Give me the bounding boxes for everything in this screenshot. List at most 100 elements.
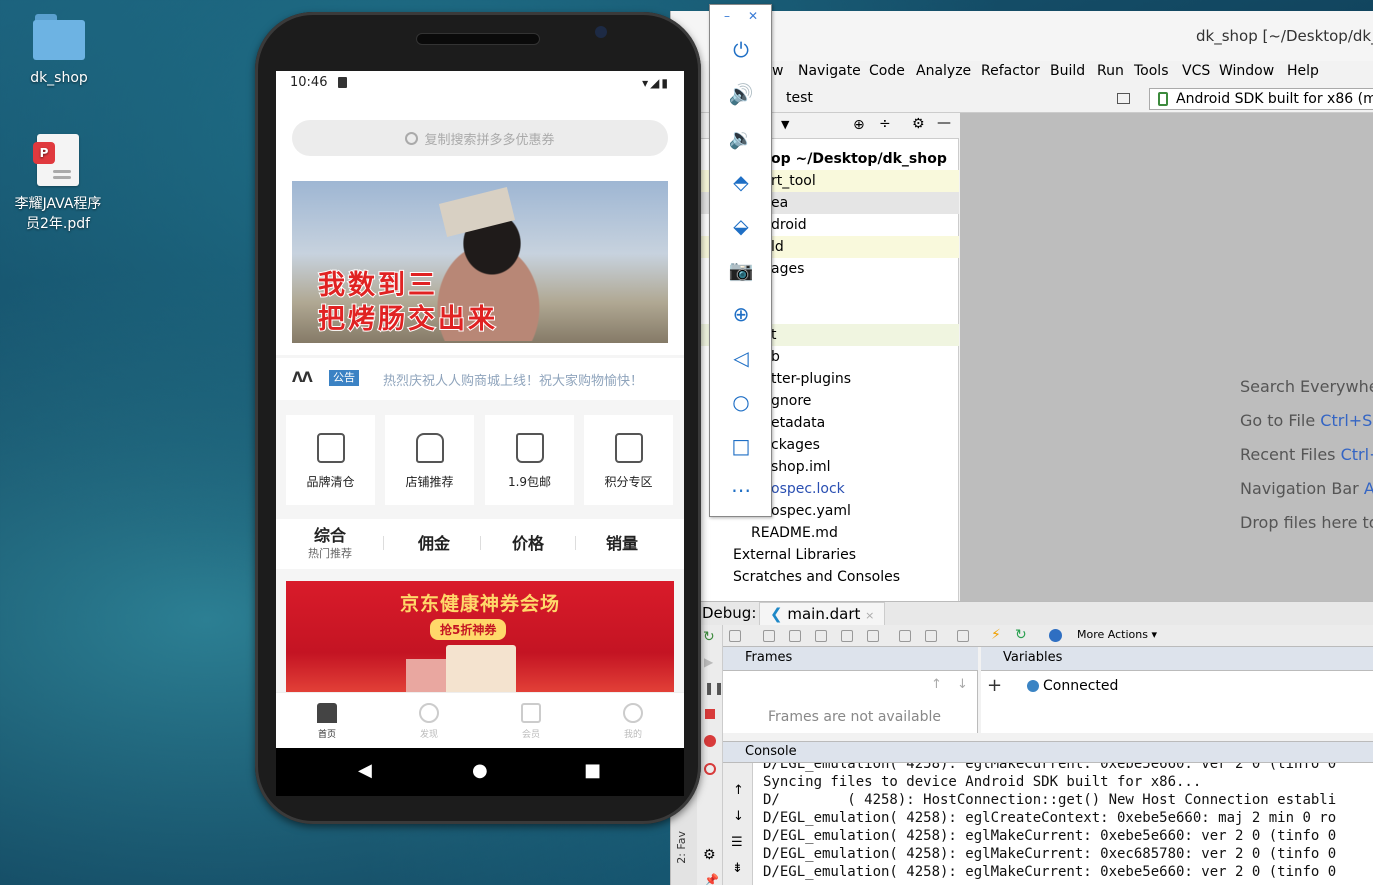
desktop-icon-label: 李耀JAVA程序员2年.pdf <box>14 196 102 232</box>
search-input[interactable]: 复制搜索拼多多优惠券 <box>292 120 668 156</box>
minimize-icon[interactable]: — <box>937 115 951 131</box>
ide-window: dk_shop [~/Desktop/dk_s w Navigate Code … <box>670 11 1373 885</box>
camera-icon[interactable]: 📷 <box>728 257 754 283</box>
rerun-icon[interactable]: ↻ <box>703 629 715 645</box>
step-out-icon[interactable] <box>841 630 853 642</box>
chevron-down-icon[interactable]: ▼ <box>781 118 789 131</box>
volume-up-icon[interactable]: 🔊 <box>728 81 754 107</box>
tab-member[interactable]: 会员 <box>480 693 582 740</box>
category-points-zone[interactable]: 积分专区 <box>584 415 673 505</box>
zoom-icon[interactable]: ⊕ <box>728 301 754 327</box>
menu-item-code[interactable]: Code <box>869 63 905 79</box>
tab-main-dart[interactable]: ❮ main.dart × <box>759 602 886 626</box>
favorites-tool-label[interactable]: 2: Fav <box>675 831 688 864</box>
search-placeholder: 复制搜索拼多多优惠券 <box>424 132 555 148</box>
arrow-up-icon[interactable]: ↑ <box>931 677 942 692</box>
step-into-icon[interactable] <box>789 630 801 642</box>
desktop-icon-dk-shop[interactable]: dk_shop <box>9 14 109 88</box>
volume-down-icon[interactable]: 🔉 <box>728 125 754 151</box>
gear-icon[interactable]: ⚙ <box>912 116 925 132</box>
evaluate-icon[interactable] <box>899 630 911 642</box>
project-tree-item[interactable]: Scratches and Consoles <box>671 566 959 588</box>
soft-wrap-icon[interactable]: ☰ <box>731 835 743 850</box>
more-actions-button[interactable]: More Actions ▾ <box>1077 628 1157 641</box>
more-icon[interactable]: ⋯ <box>728 477 754 503</box>
console-output[interactable]: D/EGL_emulation( 4258): eglMakeCurrent: … <box>753 763 1373 885</box>
breakpoints-icon[interactable] <box>704 735 716 747</box>
tab-home[interactable]: 首页 <box>276 693 378 740</box>
hot-reload-icon[interactable]: ⚡ <box>991 627 1001 643</box>
category-brand-clearance[interactable]: 品牌清仓 <box>286 415 375 505</box>
nav-home-icon[interactable]: ● <box>472 760 488 781</box>
menu-item-analyze[interactable]: Analyze <box>916 63 971 79</box>
sort-tab-sales[interactable]: 销量 <box>590 533 654 555</box>
desktop-icon-label: dk_shop <box>30 70 88 86</box>
rotate-right-icon[interactable]: ⬙ <box>728 213 754 239</box>
frames-empty-message: Frames are not available <box>768 709 942 725</box>
home-icon[interactable]: ○ <box>728 389 754 415</box>
menu-item-vcs[interactable]: VCS <box>1182 63 1210 79</box>
tab-discover[interactable]: 发现 <box>378 693 480 740</box>
minimize-icon[interactable]: – <box>724 9 730 23</box>
arrow-down-icon[interactable]: ↓ <box>957 677 968 692</box>
mute-breakpoints-icon[interactable] <box>704 763 716 775</box>
menu-item-refactor[interactable]: Refactor <box>981 63 1040 79</box>
devtools-icon[interactable] <box>1049 629 1062 642</box>
trace-icon[interactable] <box>925 630 937 642</box>
banner-carousel[interactable]: 我数到三 把烤肠交出来 <box>292 181 668 343</box>
pause-icon[interactable]: ❚❚ <box>704 681 724 695</box>
menu-item-window[interactable]: Window <box>1219 63 1274 79</box>
project-tree-item[interactable]: README.md <box>671 522 959 544</box>
console-line: D/EGL_emulation( 4258): eglMakeCurrent: … <box>763 846 1337 862</box>
sort-tab-price[interactable]: 价格 <box>496 533 560 555</box>
locate-icon[interactable]: ⊕ <box>853 117 865 133</box>
category-shop-recommend[interactable]: 店铺推荐 <box>385 415 474 505</box>
scroll-down-icon[interactable]: ↓ <box>733 809 744 824</box>
run-configuration-select[interactable]: Android SDK built for x86 (mo <box>1149 88 1373 110</box>
power-icon[interactable]: ⏻ <box>728 37 754 63</box>
sort-tab-commission[interactable]: 佣金 <box>402 533 466 555</box>
stop-icon[interactable] <box>705 709 715 719</box>
frames-title: Frames <box>745 650 793 665</box>
header-area: 复制搜索拼多多优惠券 我数到三 把烤肠交出来 <box>276 95 684 355</box>
desktop-icon-resume-pdf[interactable]: P 李耀JAVA程序员2年.pdf <box>8 134 108 234</box>
compass-icon <box>419 703 439 723</box>
scroll-up-icon[interactable]: ↑ <box>733 783 744 798</box>
layout-icon[interactable] <box>1117 93 1130 104</box>
menu-item-help[interactable]: Help <box>1287 63 1319 79</box>
show-execution-point-icon[interactable] <box>729 630 741 642</box>
hot-restart-icon[interactable]: ↻ <box>1015 627 1027 643</box>
pin-icon[interactable]: 📌 <box>704 873 719 885</box>
force-step-into-icon[interactable] <box>815 630 827 642</box>
nav-back-icon[interactable]: ◀ <box>358 760 372 781</box>
run-to-cursor-icon[interactable] <box>867 630 879 642</box>
collapse-icon[interactable]: ÷ <box>879 116 891 132</box>
info-icon <box>1027 680 1039 692</box>
menu-item-tools[interactable]: Tools <box>1134 63 1169 79</box>
resume-icon[interactable]: ▶ <box>704 655 713 669</box>
nav-recents-icon[interactable]: ■ <box>584 760 601 781</box>
category-free-shipping[interactable]: 1.9包邮 <box>485 415 574 505</box>
tab-mine[interactable]: 我的 <box>582 693 684 740</box>
back-icon[interactable]: ◁ <box>728 345 754 371</box>
pdf-file-icon: P <box>33 134 79 186</box>
diamond-icon <box>521 703 541 723</box>
settings-icon[interactable]: ⚙ <box>703 847 716 863</box>
close-icon[interactable]: × <box>865 609 874 622</box>
scroll-end-icon[interactable]: ⇟ <box>732 861 743 876</box>
step-over-icon[interactable] <box>763 630 775 642</box>
promo-banner[interactable]: 京东健康神券会场 抢5折神券 <box>286 581 674 701</box>
menu-item-run[interactable]: Run <box>1097 63 1124 79</box>
add-watch-icon[interactable]: + <box>987 675 1002 696</box>
restore-layout-icon[interactable] <box>957 630 969 642</box>
menu-item-build[interactable]: Build <box>1050 63 1085 79</box>
close-icon[interactable]: ✕ <box>748 9 758 23</box>
sort-tab-overall[interactable]: 综合 热门推荐 <box>298 525 362 561</box>
overview-icon[interactable]: □ <box>728 433 754 459</box>
menu-item-view[interactable]: w <box>772 63 783 79</box>
rotate-left-icon[interactable]: ⬘ <box>728 169 754 195</box>
menu-item-navigate[interactable]: Navigate <box>798 63 861 79</box>
announcement-bar[interactable]: ΛΛ 公告 热烈庆祝人人购商城上线！祝大家购物愉快！ <box>276 358 684 400</box>
breadcrumb[interactable]: test <box>786 90 813 106</box>
project-tree-item[interactable]: External Libraries <box>671 544 959 566</box>
